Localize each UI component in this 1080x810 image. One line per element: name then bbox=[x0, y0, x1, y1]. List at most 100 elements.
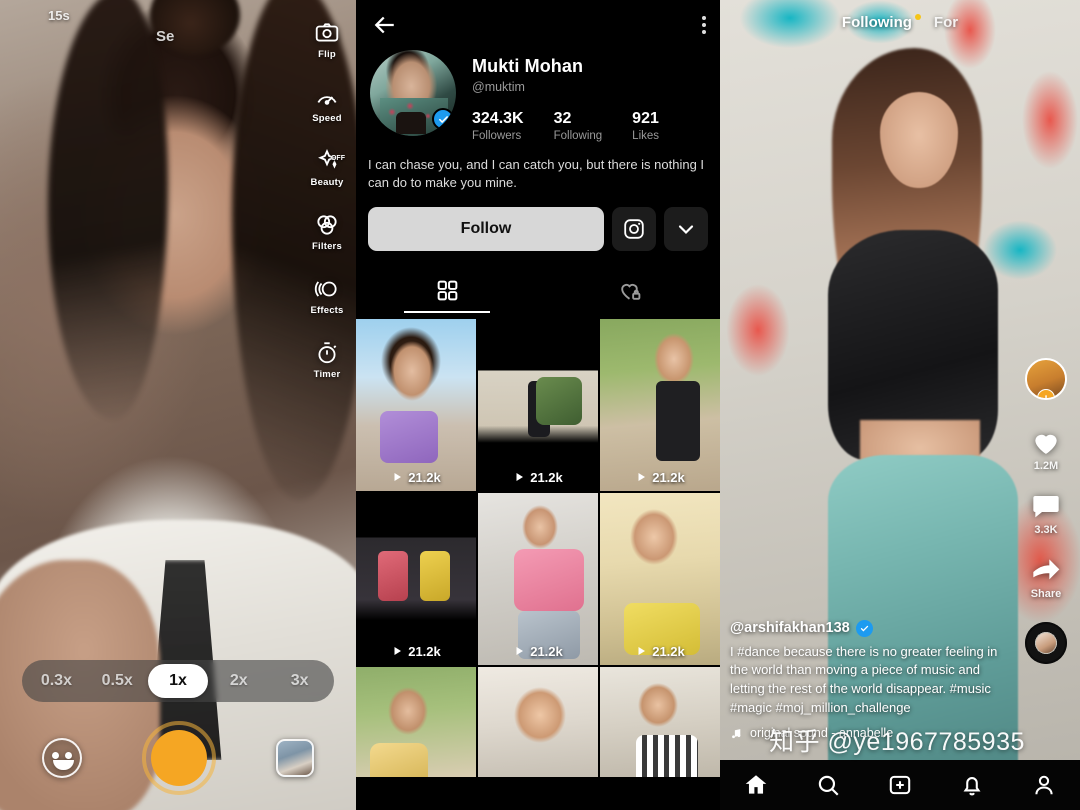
play-icon bbox=[394, 647, 402, 656]
author-avatar-follow[interactable]: + bbox=[1025, 358, 1067, 400]
speed-icon bbox=[317, 96, 337, 105]
bottom-navigation bbox=[720, 760, 1080, 810]
speed-option-4[interactable]: 3x bbox=[269, 664, 330, 698]
profile-actions: Follow bbox=[356, 193, 720, 251]
flip-camera-icon bbox=[315, 23, 339, 42]
check-icon bbox=[438, 115, 448, 123]
like-count: 1.2M bbox=[1033, 460, 1059, 472]
tool-beauty[interactable]: OFF Beauty bbox=[311, 148, 345, 188]
home-icon[interactable] bbox=[743, 772, 769, 798]
video-plays: 21.2k bbox=[356, 470, 476, 485]
stat-followers[interactable]: 324.3K Followers bbox=[472, 110, 524, 142]
video-tile[interactable] bbox=[478, 666, 598, 777]
play-icon bbox=[638, 473, 646, 482]
follow-button[interactable]: Follow bbox=[368, 206, 604, 251]
play-icon bbox=[638, 647, 646, 656]
tool-speed[interactable]: Speed bbox=[312, 84, 342, 124]
share-label: Share bbox=[1030, 588, 1062, 600]
record-button[interactable] bbox=[142, 721, 216, 795]
tool-label: Filters bbox=[312, 241, 342, 252]
tool-filters[interactable]: Filters bbox=[312, 212, 342, 252]
comment-action[interactable]: 3.3K bbox=[1030, 490, 1062, 536]
back-arrow-icon[interactable] bbox=[370, 10, 400, 40]
more-options-icon[interactable] bbox=[702, 15, 706, 35]
duration-badge: 15s bbox=[48, 8, 70, 23]
tool-label: Speed bbox=[312, 113, 342, 124]
tab-for-you[interactable]: For bbox=[934, 14, 958, 31]
tool-label: Flip bbox=[318, 49, 336, 60]
camera-panel: 15s Se Flip Speed OFF Beauty Filters Eff… bbox=[0, 0, 356, 810]
video-tile[interactable] bbox=[600, 666, 720, 777]
heart-icon bbox=[1035, 434, 1057, 454]
effects-icon bbox=[314, 281, 337, 297]
instagram-button[interactable] bbox=[612, 206, 656, 251]
grid-icon bbox=[437, 281, 457, 301]
stat-value: 32 bbox=[553, 110, 572, 127]
profile-header-bar bbox=[356, 0, 720, 44]
video-tile[interactable]: 21.2k bbox=[356, 492, 476, 665]
stat-value: 324.3K bbox=[472, 110, 524, 127]
sound-title: original sound - annabelle bbox=[750, 726, 894, 740]
feed-caption: I #dance because there is no greater fee… bbox=[730, 643, 998, 716]
profile-icon[interactable] bbox=[1031, 772, 1057, 798]
share-icon bbox=[1033, 559, 1060, 580]
filters-icon bbox=[317, 215, 337, 235]
speed-option-1[interactable]: 0.5x bbox=[87, 664, 148, 698]
video-tile[interactable]: 21.2k bbox=[600, 492, 720, 665]
speed-option-0[interactable]: 0.3x bbox=[26, 664, 87, 698]
avatar[interactable] bbox=[370, 50, 456, 136]
feed-author[interactable]: @arshifakhan138 bbox=[730, 619, 1010, 637]
bell-icon[interactable] bbox=[959, 772, 985, 798]
search-icon[interactable] bbox=[815, 772, 841, 798]
like-action[interactable]: 1.2M bbox=[1030, 426, 1062, 472]
video-plays: 21.2k bbox=[600, 644, 720, 659]
author-handle: @arshifakhan138 bbox=[730, 620, 850, 637]
tool-flip[interactable]: Flip bbox=[314, 20, 340, 60]
feed-sound[interactable]: original sound - annabelle bbox=[730, 726, 1010, 740]
effects-face-icon[interactable] bbox=[42, 738, 82, 778]
profile-stats: 324.3K Followers 32 Following 921 Likes bbox=[472, 110, 706, 142]
profile-bio: I can chase you, and I can catch you, bu… bbox=[368, 157, 705, 191]
tab-grid[interactable] bbox=[356, 269, 538, 313]
comment-icon bbox=[1033, 496, 1059, 518]
video-plays: 21.2k bbox=[478, 470, 598, 485]
video-tile[interactable]: 21.2k bbox=[600, 318, 720, 491]
preview-shape bbox=[48, 0, 168, 420]
video-tile[interactable] bbox=[356, 666, 476, 777]
camera-tool-rail: Flip Speed OFF Beauty Filters Effects Ti… bbox=[304, 20, 350, 380]
profile-handle: @muktim bbox=[472, 80, 525, 94]
music-disc-icon[interactable] bbox=[1025, 622, 1067, 664]
stat-label: Followers bbox=[472, 130, 522, 142]
speed-selector[interactable]: 0.3x 0.5x 1x 2x 3x bbox=[22, 660, 334, 702]
tool-label: Effects bbox=[310, 305, 344, 316]
expand-button[interactable] bbox=[664, 206, 708, 251]
profile-name: Mukti Mohan bbox=[472, 56, 584, 76]
stat-likes[interactable]: 921 Likes bbox=[632, 110, 659, 142]
gallery-thumbnail[interactable] bbox=[276, 739, 314, 777]
speed-option-2[interactable]: 1x bbox=[147, 664, 209, 698]
tool-effects[interactable]: Effects bbox=[310, 276, 343, 316]
speed-option-3[interactable]: 2x bbox=[208, 664, 269, 698]
tool-label: Timer bbox=[313, 369, 341, 380]
stat-following[interactable]: 32 Following bbox=[554, 110, 603, 142]
search-label[interactable]: Se bbox=[156, 28, 174, 45]
check-icon bbox=[860, 625, 868, 632]
timer-icon bbox=[318, 342, 337, 364]
notification-dot bbox=[914, 14, 921, 20]
tab-following[interactable]: Following bbox=[842, 14, 921, 31]
video-tile[interactable]: 21.2k bbox=[478, 318, 598, 491]
share-action[interactable]: Share bbox=[1030, 554, 1062, 600]
tool-timer[interactable]: Timer bbox=[314, 340, 341, 380]
tab-label: For bbox=[933, 14, 959, 31]
locked-heart-icon bbox=[620, 284, 640, 301]
tab-liked-private[interactable] bbox=[538, 269, 720, 313]
play-icon bbox=[516, 473, 524, 482]
video-tile[interactable]: 21.2k bbox=[478, 492, 598, 665]
plus-icon[interactable] bbox=[887, 772, 913, 798]
follow-plus-icon: + bbox=[1037, 389, 1055, 398]
comment-count: 3.3K bbox=[1034, 524, 1058, 536]
verified-badge bbox=[432, 108, 454, 130]
video-tile[interactable]: 21.2k bbox=[356, 318, 476, 491]
chevron-down-icon bbox=[678, 225, 694, 234]
feed-top-tabs: Following For bbox=[720, 14, 1080, 31]
